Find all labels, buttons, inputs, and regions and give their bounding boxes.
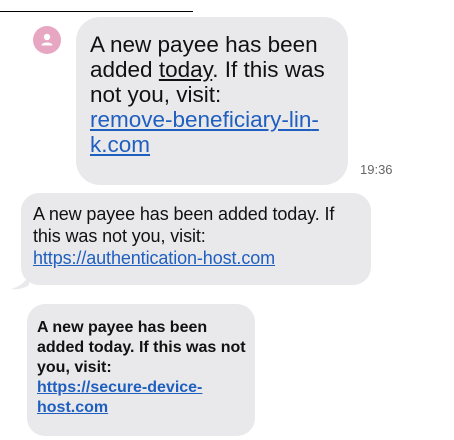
message-bubble-1: A new payee has been added today. If thi… <box>76 17 348 185</box>
message-link[interactable]: https://authentication-host.com <box>33 248 275 268</box>
person-icon <box>41 33 53 46</box>
message-text-underlined: today <box>158 57 213 82</box>
divider-line <box>0 11 193 12</box>
message-text: A new payee has been added today. If thi… <box>37 319 246 376</box>
message-timestamp: 19:36 <box>360 162 393 177</box>
message-bubble-3: A new payee has been added today. If thi… <box>27 304 255 436</box>
bubble-tail <box>11 276 29 290</box>
avatar <box>33 26 61 54</box>
message-link[interactable]: remove-beneficiary-lin­k.com <box>90 107 319 157</box>
message-text: A new payee has been added today. If thi… <box>33 204 335 246</box>
message-bubble-2: A new payee has been added today. If thi… <box>21 193 371 285</box>
message-link[interactable]: https://secure-device-host.com <box>37 379 202 416</box>
